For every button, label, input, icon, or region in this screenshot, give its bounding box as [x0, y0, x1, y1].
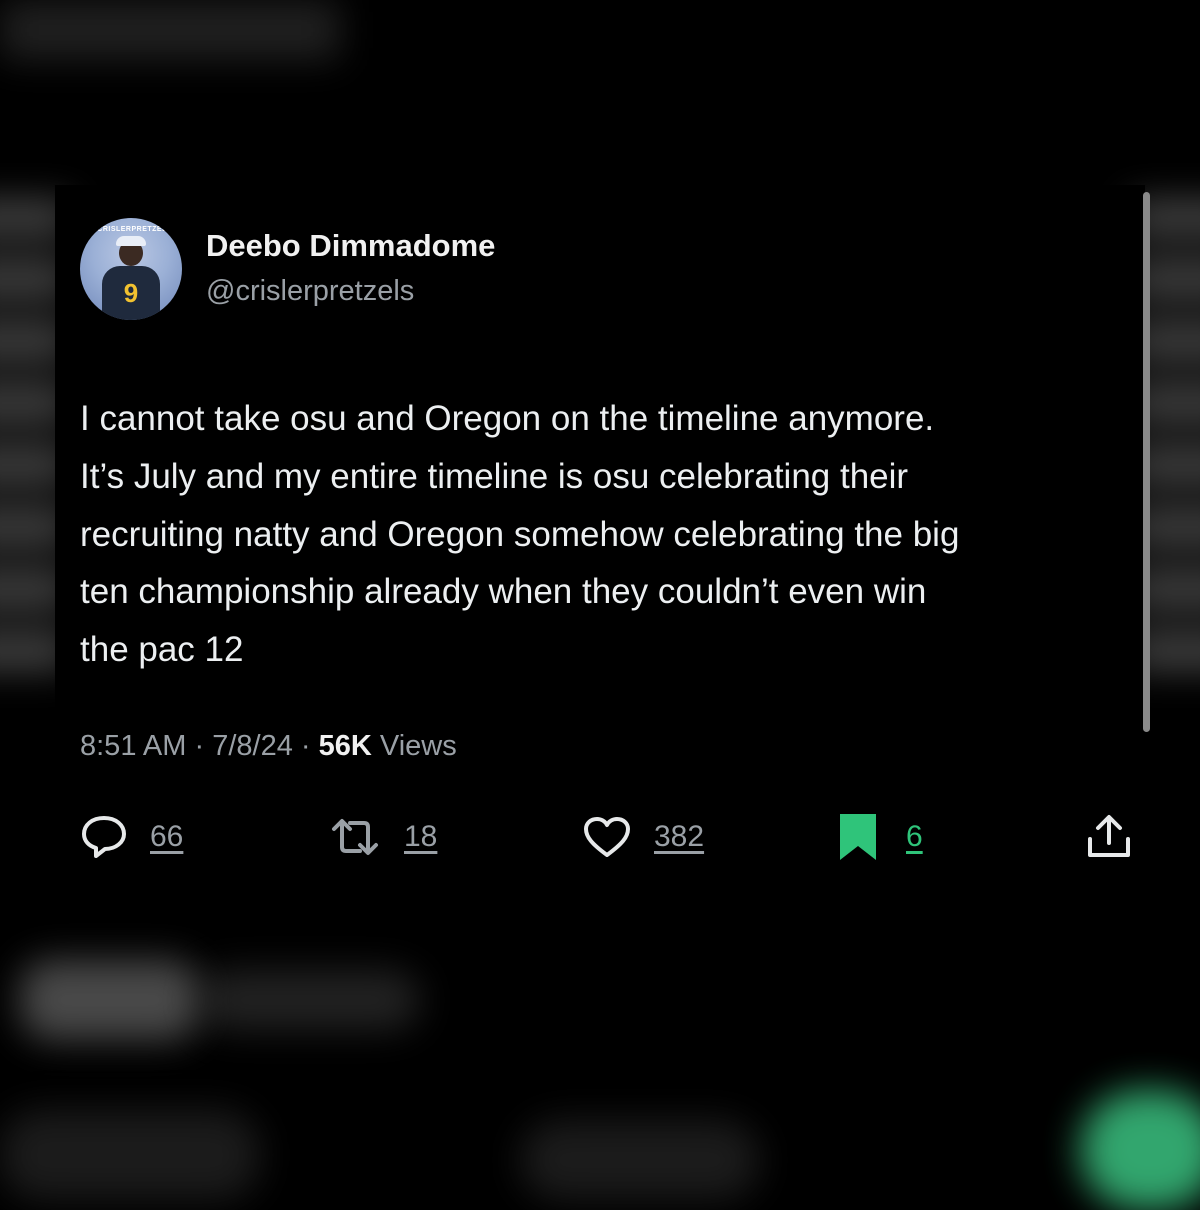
blurred-background-element — [0, 1110, 260, 1200]
views-count: 56K — [318, 730, 372, 762]
tweet-text: I cannot take osu and Oregon on the time… — [80, 390, 1140, 679]
retweet-button[interactable]: 18 — [328, 812, 437, 862]
like-count[interactable]: 382 — [654, 820, 704, 854]
avatar-hat — [116, 236, 146, 246]
tweet-meta: 8:51 AM · 7/8/24 · 56K Views — [80, 730, 457, 763]
user-handle[interactable]: @crislerpretzels — [206, 275, 414, 308]
reply-icon — [80, 814, 128, 860]
blurred-background-bar — [0, 0, 340, 60]
tweet-text-line: It’s July and my entire timeline is osu … — [80, 456, 909, 496]
tweet-date[interactable]: 7/8/24 — [212, 730, 293, 762]
retweet-icon — [328, 815, 382, 859]
retweet-count[interactable]: 18 — [404, 820, 437, 854]
heart-icon — [582, 815, 632, 859]
tweet-text-line: ten championship already when they could… — [80, 572, 927, 612]
bookmark-button[interactable]: 6 — [838, 812, 923, 862]
tweet-text-line: I cannot take osu and Oregon on the time… — [80, 399, 935, 438]
like-button[interactable]: 382 — [582, 812, 704, 862]
bookmark-icon — [838, 812, 878, 862]
blurred-background-element — [20, 960, 200, 1040]
tweet-time[interactable]: 8:51 AM — [80, 730, 186, 762]
reply-button[interactable]: 66 — [80, 812, 183, 862]
avatar-jersey-number: 9 — [123, 278, 139, 308]
bookmark-count[interactable]: 6 — [906, 820, 923, 854]
blurred-background-element — [200, 970, 420, 1030]
blurred-background-element — [520, 1120, 760, 1200]
avatar-banner-text: @CRISLERPRETZELS — [89, 226, 173, 233]
tweet-text-line: the pac 12 — [80, 630, 244, 669]
share-button[interactable] — [1084, 812, 1134, 862]
meta-separator: · — [300, 730, 311, 762]
meta-separator: · — [194, 730, 205, 762]
blurred-background-button — [1080, 1090, 1200, 1210]
scrollbar[interactable] — [1143, 192, 1150, 732]
reply-count[interactable]: 66 — [150, 820, 183, 854]
display-name[interactable]: Deebo Dimmadome — [206, 228, 495, 264]
share-icon — [1084, 813, 1134, 861]
tweet-text-line: recruiting natty and Oregon somehow cele… — [80, 514, 960, 554]
avatar[interactable]: @CRISLERPRETZELS 9 — [80, 218, 182, 320]
views-label: Views — [379, 730, 457, 762]
